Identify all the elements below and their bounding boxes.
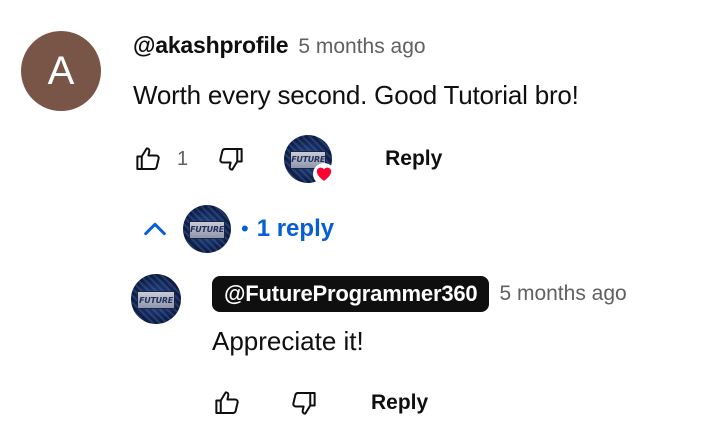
replier-avatar-logo: FUTURE — [188, 221, 226, 239]
comment-thread: A @akashprofile 5 months ago Worth every… — [0, 0, 704, 446]
comment-author[interactable]: @akashprofile — [133, 32, 289, 59]
dislike-button[interactable] — [216, 144, 246, 174]
replies-count: 1 reply — [256, 215, 335, 242]
thumbs-down-icon — [292, 392, 316, 415]
chevron-up-icon — [133, 207, 177, 251]
heart-badge — [313, 163, 336, 185]
thumbs-up-icon — [215, 391, 239, 414]
comment-header: @akashprofile 5 months ago — [133, 32, 426, 59]
thumbs-down-icon — [219, 148, 243, 171]
heart-icon — [317, 167, 332, 181]
replies-toggle[interactable]: FUTURE • 1 reply — [133, 204, 334, 254]
comment-actions: 1 FUTURE Reply — [133, 134, 458, 185]
replier-avatar: FUTURE — [183, 205, 231, 253]
reply-actions: Reply — [212, 378, 444, 428]
avatar-letter: A — [47, 48, 75, 93]
comment-text: Worth every second. Good Tutorial bro! — [133, 80, 579, 110]
creator-heart[interactable]: FUTURE — [284, 135, 336, 185]
comment-time[interactable]: 5 months ago — [298, 35, 425, 59]
reply-item: FUTURE @FutureProgrammer360 5 months ago… — [0, 264, 704, 446]
reply-reply-button[interactable]: Reply — [355, 381, 444, 425]
reply-avatar-logo: FUTURE — [137, 291, 175, 309]
thumbs-up-icon — [136, 147, 160, 170]
reply-text: Appreciate it! — [212, 326, 364, 356]
separator-dot: • — [241, 216, 249, 241]
reply-button[interactable]: Reply — [369, 137, 458, 181]
like-button[interactable] — [133, 144, 163, 174]
reply-like-button[interactable] — [212, 388, 242, 418]
reply-dislike-button[interactable] — [289, 388, 319, 418]
like-count: 1 — [177, 147, 189, 170]
avatar[interactable]: A — [21, 31, 101, 111]
reply-author-chip[interactable]: @FutureProgrammer360 — [212, 276, 490, 312]
reply-avatar[interactable]: FUTURE — [131, 274, 181, 324]
reply-header: @FutureProgrammer360 5 months ago — [212, 276, 627, 312]
reply-time[interactable]: 5 months ago — [499, 282, 626, 306]
